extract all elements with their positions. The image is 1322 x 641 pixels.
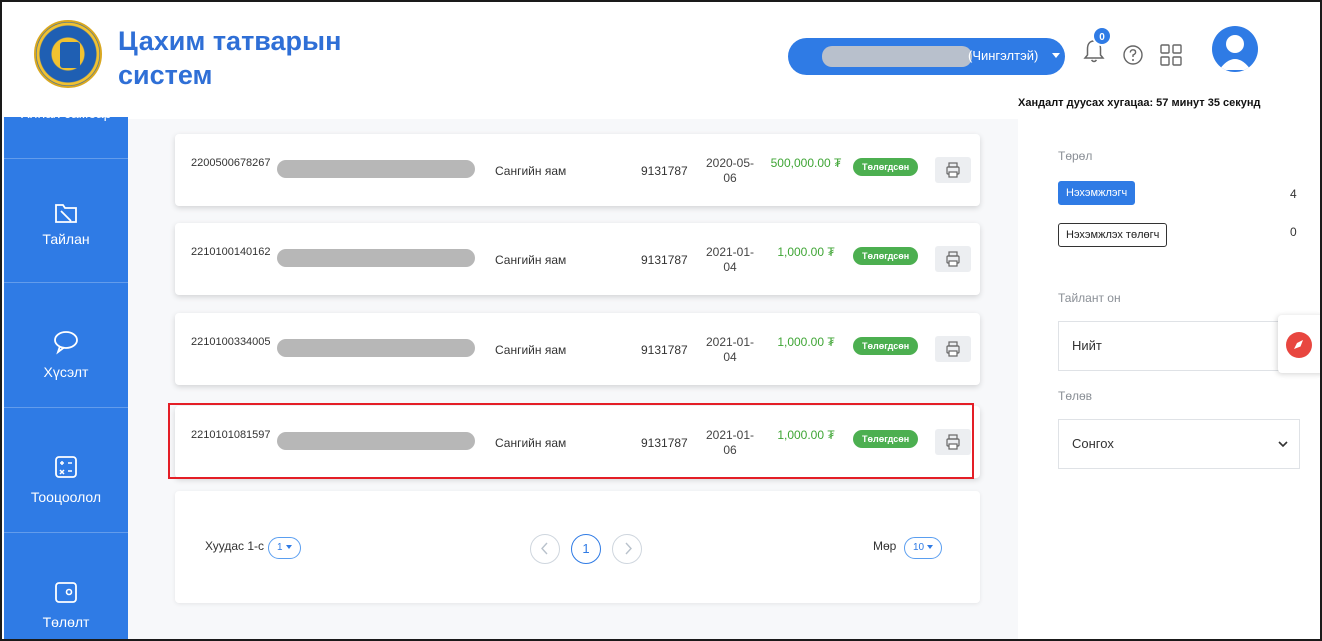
rows-per-page-select[interactable]: 10 <box>904 537 943 559</box>
sidebar: Хянах самбар Тайлан Хүсэлт Тооцоолол Төл… <box>4 105 128 639</box>
chat-bubble-icon <box>54 331 78 355</box>
user-icon <box>1219 35 1251 70</box>
invoice-number: 2210100140162 <box>191 246 271 258</box>
invoice-amount: 500,000.00 ₮ <box>770 156 842 170</box>
year-select[interactable]: Нийт <box>1058 321 1300 371</box>
printer-icon <box>946 251 960 267</box>
page-label: Хуудас 1-с <box>205 539 265 553</box>
page-select[interactable]: 1 <box>268 537 301 559</box>
invoice-code: 9131787 <box>641 343 688 357</box>
prev-page-button[interactable] <box>530 534 560 564</box>
invoice-date: 2021-01-04 <box>705 335 755 364</box>
invoice-code: 9131787 <box>641 164 688 178</box>
status-select[interactable]: Сонгох <box>1058 419 1300 469</box>
invoice-number: 2210100334005 <box>191 336 271 348</box>
calculator-icon <box>55 456 77 478</box>
invoice-date: 2021-01-06 <box>705 428 755 457</box>
print-button[interactable] <box>935 246 971 272</box>
type-option-count: 4 <box>1290 187 1297 201</box>
print-button[interactable] <box>935 157 971 183</box>
caret-down-icon <box>285 545 292 550</box>
redacted-name <box>277 432 475 450</box>
pagination-bar: Хуудас 1-с 1 1 Мөр 10 <box>175 491 980 603</box>
apps-grid-icon[interactable] <box>1159 43 1183 67</box>
sidebar-item-label: Хүсэлт <box>43 364 89 380</box>
sidebar-item-label: Тооцоолол <box>30 489 102 505</box>
wallet-icon <box>55 582 77 603</box>
printer-icon <box>946 162 960 178</box>
invoice-organization: Сангийн яам <box>495 436 567 450</box>
type-filter-label: Төрөл <box>1058 149 1093 163</box>
chevron-left-icon <box>540 542 548 555</box>
print-button[interactable] <box>935 429 971 455</box>
caret-down-icon <box>927 545 934 550</box>
type-option-invoicer[interactable]: Нэхэмжлэгч <box>1058 181 1136 205</box>
next-page-button[interactable] <box>612 534 642 564</box>
sidebar-item-request[interactable]: Хүсэлт <box>4 284 128 408</box>
top-header: Цахим татварын систем (Чингэлтэй) 0 Ханд… <box>2 2 1320 119</box>
invoice-number: 2200500678267 <box>191 157 271 169</box>
invoice-row[interactable]: 2200500678267 Сангийн яам 9131787 2020-0… <box>175 134 980 206</box>
invoice-row[interactable]: 2210100140162 Сангийн яам 9131787 2021-0… <box>175 223 980 295</box>
side-floating-button[interactable] <box>1278 315 1320 373</box>
redacted-name <box>277 249 475 267</box>
invoice-amount: 1,000.00 ₮ <box>777 428 835 442</box>
caret-down-icon <box>1052 53 1060 58</box>
status-badge: Төлөгдсөн <box>853 337 919 355</box>
rows-label: Мөр <box>873 539 897 553</box>
report-folder-icon <box>55 204 77 223</box>
printer-icon <box>946 434 960 450</box>
notification-count-badge: 0 <box>1092 26 1112 46</box>
invoice-code: 9131787 <box>641 253 688 267</box>
sidebar-item-payment[interactable]: Төлөлт <box>4 534 128 639</box>
sidebar-item-label: Тайлан <box>42 231 90 247</box>
sidebar-item-label: Хянах самбар <box>20 105 112 121</box>
chevron-right-icon <box>624 542 632 555</box>
printer-icon <box>946 341 960 357</box>
sidebar-item-dashboard[interactable]: Хянах самбар <box>4 105 128 159</box>
year-filter-label: Тайлант он <box>1058 291 1121 305</box>
sidebar-item-calculation[interactable]: Тооцоолол <box>4 409 128 533</box>
invoice-amount: 1,000.00 ₮ <box>777 245 835 259</box>
invoice-organization: Сангийн яам <box>495 343 567 357</box>
invoice-date: 2021-01-04 <box>705 245 755 274</box>
organization-district-label: (Чингэлтэй) <box>968 48 1039 63</box>
type-option-count: 0 <box>1290 225 1297 239</box>
status-filter-label: Төлөв <box>1058 389 1093 403</box>
help-icon[interactable] <box>1122 44 1144 66</box>
app-title: Цахим татварын систем <box>118 26 342 90</box>
invoice-organization: Сангийн яам <box>495 253 567 267</box>
user-avatar[interactable] <box>1212 26 1258 72</box>
invoice-date: 2020-05-06 <box>705 156 755 185</box>
compass-icon <box>1286 332 1312 358</box>
sidebar-item-label: Төлөлт <box>42 614 90 630</box>
invoice-organization: Сангийн яам <box>495 164 567 178</box>
filter-panel: Төрөл Нэхэмжлэгч 4 Нэхэмжлэх төлөгч 0 Та… <box>1018 119 1320 639</box>
status-badge: Төлөгдсөн <box>853 158 919 176</box>
invoice-list: 2200500678267 Сангийн яам 9131787 2020-0… <box>128 119 1018 639</box>
invoice-number: 2210101081597 <box>191 429 271 441</box>
tax-authority-logo[interactable] <box>34 20 102 88</box>
type-option-payer[interactable]: Нэхэмжлэх төлөгч <box>1058 223 1168 247</box>
organization-name-redacted <box>822 46 972 67</box>
invoice-row[interactable]: 2210100334005 Сангийн яам 9131787 2021-0… <box>175 313 980 385</box>
status-badge: Төлөгдсөн <box>853 430 919 448</box>
redacted-name <box>277 160 475 178</box>
invoice-row[interactable]: 2210101081597 Сангийн яам 9131787 2021-0… <box>175 406 980 478</box>
status-badge: Төлөгдсөн <box>853 247 919 265</box>
organization-selector[interactable]: (Чингэлтэй) <box>788 38 1065 75</box>
current-page-button[interactable]: 1 <box>571 534 601 564</box>
sidebar-item-report[interactable]: Тайлан <box>4 159 128 283</box>
app-window: Цахим татварын систем (Чингэлтэй) 0 Ханд… <box>0 0 1322 641</box>
chevron-down-icon <box>1278 441 1288 448</box>
invoice-amount: 1,000.00 ₮ <box>777 335 835 349</box>
invoice-code: 9131787 <box>641 436 688 450</box>
redacted-name <box>277 339 475 357</box>
session-timer: Хандалт дуусах хугацаа: 57 минут 35 секу… <box>1018 97 1261 109</box>
print-button[interactable] <box>935 336 971 362</box>
